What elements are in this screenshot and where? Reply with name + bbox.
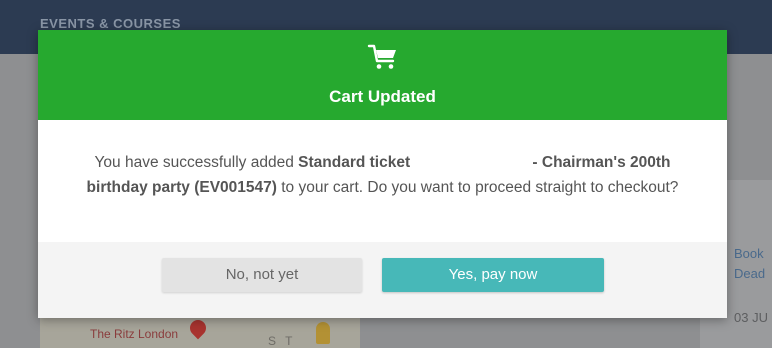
no-not-yet-button[interactable]: No, not yet [162,258,362,292]
cart-updated-modal: Cart Updated You have successfully added… [38,30,727,318]
map-street-label: S T [268,334,296,348]
message-ticket-name: Standard ticket [298,154,411,171]
modal-footer: No, not yet Yes, pay now [38,242,727,318]
page-header-title: EVENTS & COURSES [40,16,181,31]
details-date-value: 03 JU [734,310,768,325]
details-booking-label: Book [734,246,764,261]
street-view-person-icon[interactable] [316,322,330,344]
modal-message: You have successfully added Standard tic… [62,150,703,200]
details-deadline-label: Dead [734,266,766,281]
modal-header: Cart Updated [38,30,727,120]
cart-icon [367,44,396,69]
modal-title: Cart Updated [329,87,436,106]
yes-pay-now-button[interactable]: Yes, pay now [382,258,604,292]
modal-body: You have successfully added Standard tic… [38,120,727,242]
map-venue-label: The Ritz London [90,327,179,341]
message-suffix: to your cart. Do you want to proceed str… [276,179,679,196]
message-prefix: You have successfully added [94,154,299,171]
